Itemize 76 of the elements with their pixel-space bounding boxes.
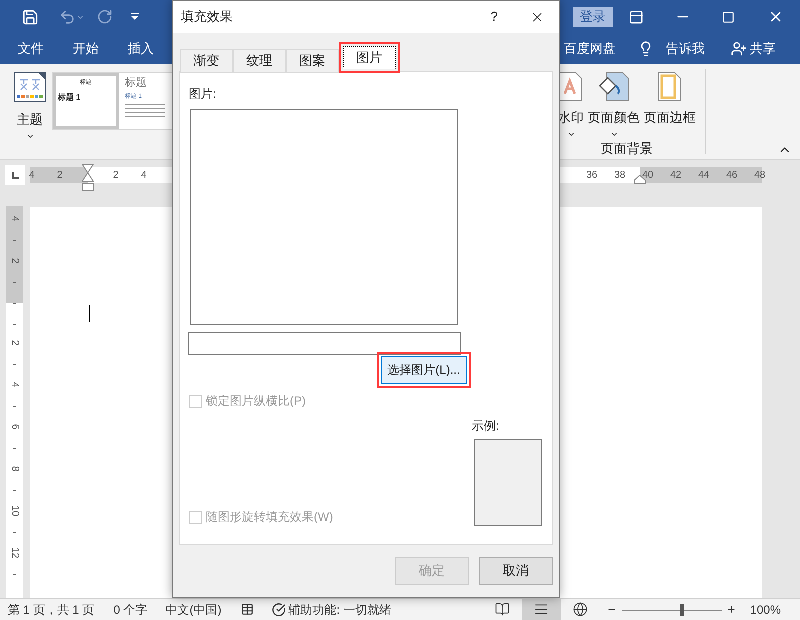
tab-selector[interactable] (5, 165, 25, 185)
ruler-number: 2 (8, 257, 22, 266)
group-label: 页面背景 (601, 140, 653, 158)
ruler-number: 44 (697, 169, 711, 183)
customize-icon[interactable] (131, 13, 139, 21)
ribbon-button[interactable]: 页面颜色 (588, 72, 640, 138)
zoom-in-button[interactable]: + (728, 600, 736, 620)
page-border-icon (658, 72, 682, 102)
ribbon-button[interactable]: 页面边框 (644, 72, 696, 128)
ruler-number: 4 (8, 381, 22, 390)
text-lines-drawing (125, 103, 165, 119)
ruler-number: 4 (8, 215, 22, 224)
save-icon[interactable] (22, 8, 39, 26)
ruler-number: 10 (8, 504, 22, 519)
accessibility-status[interactable]: 辅助功能: 一切就绪 (288, 600, 392, 618)
check-circle-icon[interactable] (272, 602, 286, 616)
zoom-out-button[interactable]: − (608, 600, 616, 620)
select-picture-button[interactable]: 选择图片(L)... (381, 356, 467, 384)
redo-icon[interactable] (97, 9, 113, 25)
ruler-number: 46 (725, 169, 739, 183)
watermark-icon (558, 72, 584, 102)
ribbon-tab[interactable]: 开始 (73, 39, 99, 59)
text-cursor (89, 305, 90, 322)
help-button[interactable]: ? (490, 7, 498, 27)
dialog-tab[interactable]: 图案 (286, 49, 339, 73)
dialog-title: 填充效果 (181, 8, 233, 26)
dialog-tab[interactable]: 渐变 (180, 49, 233, 73)
undo-icon[interactable] (59, 8, 76, 26)
ruler-number: 2 (8, 339, 22, 348)
ruler-number: 48 (753, 169, 767, 183)
ribbon-display-icon[interactable] (629, 10, 644, 24)
tell-me-link[interactable]: 告诉我 (666, 39, 705, 59)
word-count[interactable]: 0 个字 (114, 600, 148, 618)
ruler-number: 4 (28, 169, 36, 183)
ribbon-tab[interactable]: 文件 (18, 39, 44, 59)
zoom-percentage[interactable]: 100% (750, 600, 781, 618)
zoom-slider[interactable] (622, 604, 722, 616)
theme-button[interactable]: 主题 (12, 72, 48, 140)
table-icon[interactable] (240, 603, 254, 616)
page-lines-icon (534, 602, 550, 617)
thumbnail-style: 标题 1 (58, 92, 82, 104)
dialog-tab[interactable]: 图片 (343, 46, 396, 69)
paint-bucket-page-icon (597, 72, 631, 102)
left-tab-icon (12, 172, 18, 178)
dialog-tab[interactable]: 纹理 (233, 49, 286, 73)
ruler-number: 6 (8, 423, 22, 432)
theme-icon (14, 72, 46, 102)
thumbnail-heading: 标题 (125, 77, 148, 90)
sample-label: 示例: (472, 418, 500, 435)
picture-label: 图片: (189, 86, 218, 103)
ruler-number: 4 (140, 169, 148, 183)
ruler-number: 2 (112, 169, 120, 183)
ruler-number: 42 (669, 169, 683, 183)
ribbon-tab[interactable]: 百度网盘 (564, 39, 616, 59)
ruler-number: 2 (56, 169, 64, 183)
view-button[interactable] (522, 599, 562, 620)
ruler-number: 38 (613, 169, 627, 183)
ruler-number: 36 (585, 169, 599, 183)
checkbox-label: 锁定图片纵横比(P) (206, 393, 306, 410)
sign-in-button[interactable]: 登录 (573, 7, 613, 27)
share-button[interactable]: 共享 (750, 39, 776, 59)
file-name-field[interactable] (188, 332, 461, 355)
language-status[interactable]: 中文(中国) (166, 600, 222, 618)
ruler-number: 8 (8, 465, 22, 474)
ribbon-tab[interactable]: 插入 (128, 39, 154, 59)
person-icon[interactable] (731, 41, 747, 57)
indent-marker-icon[interactable] (82, 164, 94, 192)
ruler-number: 40 (641, 169, 655, 183)
book-icon (495, 602, 510, 617)
globe-icon (573, 602, 588, 617)
slider-thumb[interactable] (680, 604, 684, 616)
page-count[interactable]: 第 1 页，共 1 页 (8, 600, 95, 618)
ruler-number: 12 (8, 546, 22, 561)
dialog-button[interactable]: 取消 (479, 557, 553, 585)
maximize-icon[interactable] (722, 10, 735, 24)
checkbox-label: 随图形旋转填充效果(W) (206, 509, 334, 526)
